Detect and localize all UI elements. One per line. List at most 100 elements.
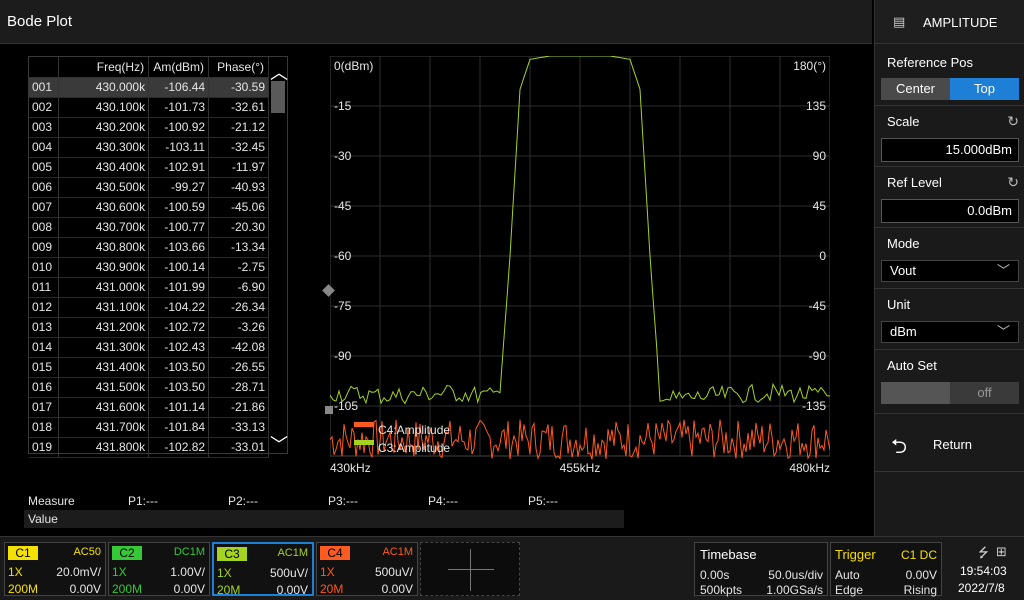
reference-pos-toggle[interactable]: Center Top [881, 78, 1019, 100]
trigger-level: 0.00V [905, 568, 937, 582]
clock-time: 19:54:03 [960, 564, 1007, 578]
channel-offset: 0.00V [173, 582, 205, 596]
cell-index: 014 [29, 337, 60, 358]
scroll-thumb[interactable] [271, 81, 285, 113]
chevron-up-icon[interactable]: ︿ [269, 59, 289, 83]
channel-probe: 1X [320, 565, 335, 579]
table-row[interactable]: 019 431.800k -102.82 -33.01 [29, 437, 269, 458]
channel-c3-block[interactable]: C3 AC1M 1X 500uV/20M 0.00V [212, 542, 314, 597]
cell-phase: -21.12 [208, 117, 269, 138]
cell-index: 013 [29, 317, 60, 338]
auto-set-value: off [950, 382, 1019, 404]
table-row[interactable]: 014 431.300k -102.43 -42.08 [29, 337, 269, 358]
cell-freq: 431.400k [58, 357, 150, 378]
ref-center-option[interactable]: Center [881, 78, 950, 100]
channel-tag: C1 [8, 546, 38, 560]
ref-level-field[interactable]: 0.0dBm [881, 199, 1019, 223]
mode-dropdown[interactable]: Vout ﹀ [881, 260, 1019, 282]
cell-freq: 430.800k [58, 237, 150, 258]
scale-section[interactable]: Scale ↻ 15.000dBm [875, 106, 1024, 167]
table-row[interactable]: 011 431.000k -101.99 -6.90 [29, 277, 269, 298]
mode-section[interactable]: Mode Vout ﹀ [875, 228, 1024, 289]
auto-set-label: Auto Set [887, 358, 937, 373]
table-row[interactable]: 002 430.100k -101.73 -32.61 [29, 97, 269, 118]
cell-freq: 430.100k [58, 97, 150, 118]
table-scrollbar[interactable]: ︿ ﹀ [269, 57, 289, 455]
unit-dropdown[interactable]: dBm ﹀ [881, 321, 1019, 343]
unit-section[interactable]: Unit dBm ﹀ [875, 289, 1024, 350]
usb-icon: ⭍ [978, 545, 989, 560]
reference-pos-label: Reference Pos [887, 55, 973, 70]
crosshair-h [448, 569, 494, 570]
legend-swatch [354, 440, 374, 445]
table-row[interactable]: 009 430.800k -103.66 -13.34 [29, 237, 269, 258]
channel-scale: 1.00V/ [170, 565, 205, 579]
y-left-tick-label: -15 [334, 99, 352, 113]
ref-level-section[interactable]: Ref Level ↻ 0.0dBm [875, 167, 1024, 228]
channel-c1-block[interactable]: C1 AC50 1X 20.0mV/200M 0.00V [4, 542, 106, 596]
x-tick-label: 480kHz [789, 461, 830, 475]
y-right-tick-label: -135 [802, 399, 826, 413]
ref-level-marker-icon[interactable] [325, 406, 333, 414]
cell-freq: 431.800k [58, 437, 150, 458]
auto-set-knob[interactable] [881, 382, 950, 404]
cell-index: 010 [29, 257, 60, 278]
table-row[interactable]: 013 431.200k -102.72 -3.26 [29, 317, 269, 338]
table-header-row: Freq(Hz) Am(dBm) Phase(°) [29, 57, 269, 78]
channel-tag: C2 [112, 546, 142, 560]
cell-index: 015 [29, 357, 60, 378]
scale-field[interactable]: 15.000dBm [881, 138, 1019, 162]
title-bar: Bode Plot [0, 0, 872, 44]
auto-set-toggle[interactable]: off [881, 382, 1019, 404]
cell-freq: 430.200k [58, 117, 150, 138]
measure-bar: Measure P1:--- P2:--- P3:--- P4:--- P5:-… [24, 492, 624, 530]
legend-swatch [354, 422, 374, 427]
table-row[interactable]: 018 431.700k -101.84 -33.13 [29, 417, 269, 438]
chevron-down-icon[interactable]: ﹀ [269, 431, 289, 455]
table-row[interactable]: 003 430.200k -100.92 -21.12 [29, 117, 269, 138]
x-tick-label: 430kHz [330, 461, 371, 475]
table-row[interactable]: 004 430.300k -103.11 -32.45 [29, 137, 269, 158]
bode-plot-area[interactable]: 0(dBm) -15 -30 -45 -60 -75 -90 -105 180(°) 135 90 4… [330, 56, 830, 475]
channel-c2-block[interactable]: C2 DC1M 1X 1.00V/200M 0.00V [108, 542, 210, 596]
y-left-tick-label: -90 [334, 349, 352, 363]
trigger-source: C1 DC [900, 548, 937, 562]
legend-entry: C4:Amplitude [378, 423, 450, 437]
table-row[interactable]: 016 431.500k -103.50 -28.71 [29, 377, 269, 398]
cell-amp: -101.73 [148, 97, 210, 118]
channel-scale: 500uV/ [374, 565, 413, 579]
cell-phase: -20.30 [208, 217, 269, 238]
trigger-type: Edge [835, 583, 864, 597]
auto-set-section[interactable]: Auto Set off [875, 350, 1024, 414]
col-index-header [29, 57, 60, 78]
channel-tag: C4 [320, 546, 350, 560]
timebase-block[interactable]: Timebase 0.00s 50.0us/div 500kpts 1.00GS… [694, 542, 828, 597]
table-row[interactable]: 017 431.600k -101.14 -21.86 [29, 397, 269, 418]
table-row[interactable]: 012 431.100k -104.22 -26.34 [29, 297, 269, 318]
table-row[interactable]: 015 431.400k -103.50 -26.55 [29, 357, 269, 378]
table-row[interactable]: 006 430.500k -99.27 -40.93 [29, 177, 269, 198]
table-row[interactable]: 005 430.400k -102.91 -11.97 [29, 157, 269, 178]
cell-index: 016 [29, 377, 60, 398]
cell-amp: -102.43 [148, 337, 210, 358]
channel-c4-block[interactable]: C4 AC1M 1X 500uV/20M 0.00V [316, 542, 418, 596]
cell-index: 011 [29, 277, 60, 298]
reset-icon[interactable]: ↻ [1007, 174, 1019, 191]
cell-freq: 431.200k [58, 317, 150, 338]
table-row[interactable]: 010 430.900k -100.14 -2.75 [29, 257, 269, 278]
reset-icon[interactable]: ↻ [1007, 113, 1019, 130]
empty-channel-slot[interactable] [420, 542, 520, 596]
bode-data-table[interactable]: Freq(Hz) Am(dBm) Phase(°) 001 430.000k -10… [28, 56, 289, 458]
trigger-block[interactable]: Trigger C1 DC Auto 0.00V Edge Rising [830, 542, 942, 597]
cell-phase: -32.45 [208, 137, 269, 158]
table-row[interactable]: 007 430.600k -100.59 -45.06 [29, 197, 269, 218]
col-amp-header: Am(dBm) [148, 57, 210, 78]
ref-top-option[interactable]: Top [950, 78, 1019, 100]
cell-amp: -103.50 [148, 357, 210, 378]
channel-bw: 200M [112, 582, 143, 596]
cell-amp: -101.84 [148, 417, 210, 438]
table-row[interactable]: 001 430.000k -106.44 -30.59 [29, 77, 269, 98]
cell-amp: -100.92 [148, 117, 210, 138]
table-row[interactable]: 008 430.700k -100.77 -20.30 [29, 217, 269, 238]
return-button[interactable]: ⮌ Return [875, 418, 1024, 472]
